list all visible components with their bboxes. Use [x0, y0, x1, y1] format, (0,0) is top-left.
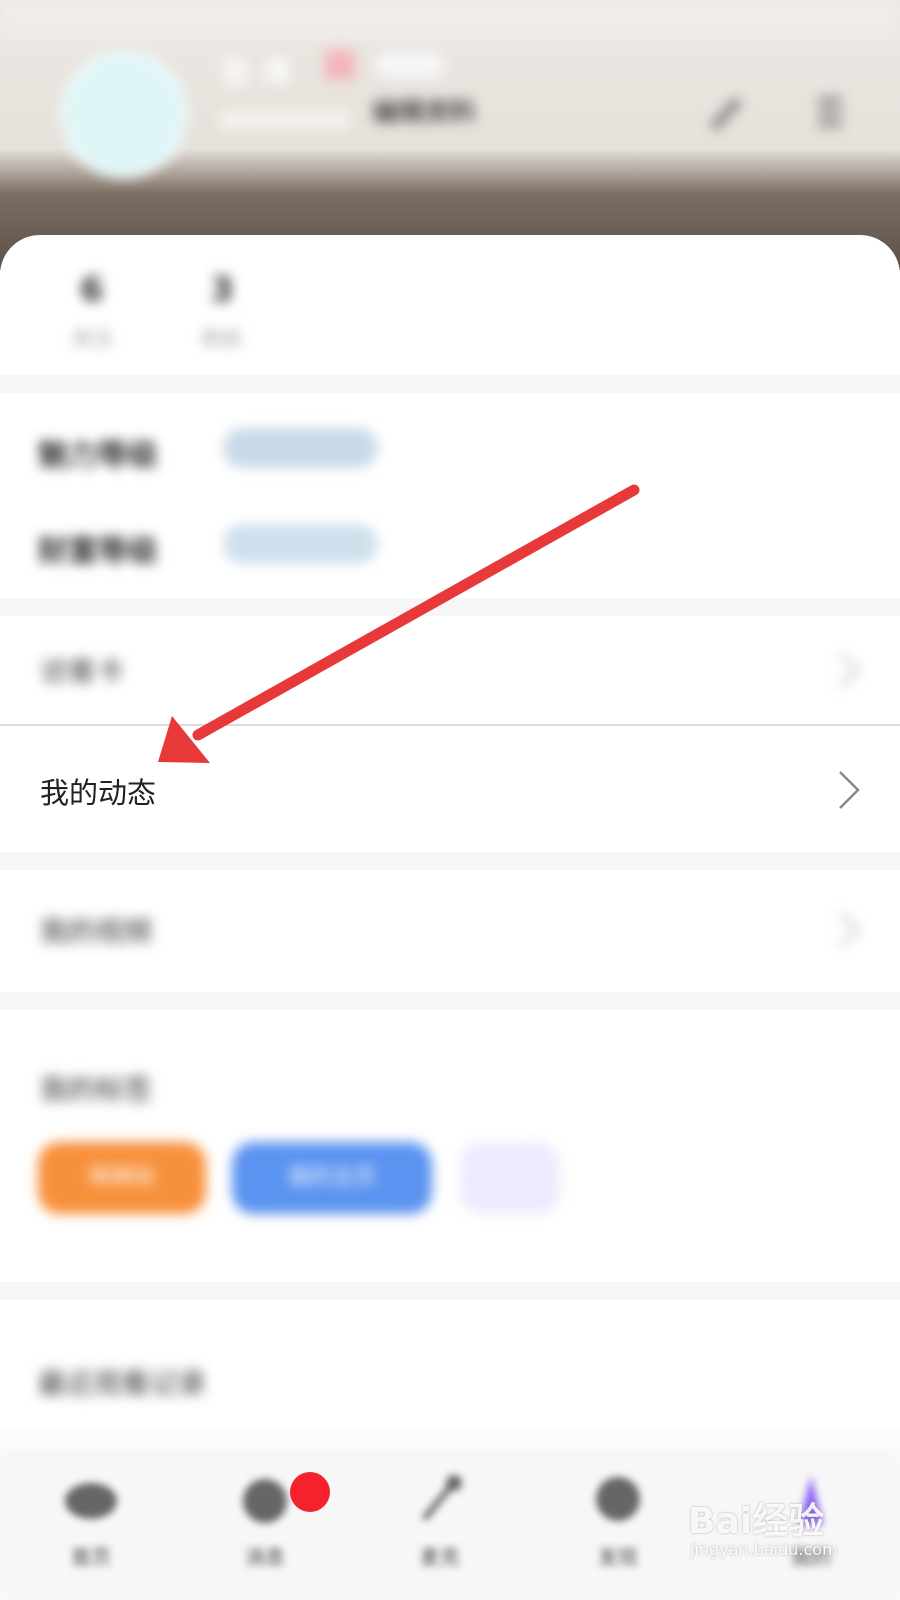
status-bar	[0, 0, 900, 40]
history-title: 最近观看记录	[38, 1367, 207, 1400]
stats-section: 6 关注 3 粉丝	[0, 270, 900, 380]
stat-label: 关注	[72, 326, 112, 350]
notification-badge	[290, 1472, 330, 1512]
chevron-right-icon	[839, 652, 861, 688]
vip-badge	[325, 50, 355, 80]
message-icon	[243, 1479, 287, 1523]
baidu-watermark: Bai经验 jingyan.baidu.com	[688, 1492, 858, 1582]
section-divider	[0, 375, 900, 393]
charm-level-label: 魅力等级	[38, 438, 158, 473]
nav-home[interactable]: 首页	[36, 1469, 146, 1589]
tags-title: 我的标签	[40, 1073, 153, 1106]
user-name: 张 涛	[220, 56, 291, 91]
nav-label: 发现	[598, 1545, 638, 1569]
section-divider	[0, 992, 900, 1010]
profile-header: 张 涛 编辑资料	[0, 0, 900, 200]
mic-icon	[421, 1475, 462, 1521]
watermark-url: jingyan.baidu.com	[690, 1540, 838, 1559]
home-icon	[65, 1483, 117, 1519]
discover-icon	[596, 1477, 640, 1521]
stat-value: 6	[80, 270, 104, 310]
avatar[interactable]	[60, 50, 188, 178]
my-videos-label: 我的视频	[40, 915, 153, 948]
nav-mic[interactable]: 麦克	[385, 1469, 495, 1589]
nav-label: 首页	[71, 1545, 111, 1569]
charm-level-row[interactable]: 魅力等级	[38, 420, 438, 480]
stat-value: 3	[210, 270, 234, 310]
user-id-text	[220, 110, 350, 130]
edit-profile-button[interactable]: 编辑资料	[372, 95, 517, 131]
section-divider	[0, 852, 900, 870]
nav-discover[interactable]: 发现	[563, 1469, 673, 1589]
stat-label: 粉丝	[202, 326, 242, 350]
tag-chip[interactable]	[460, 1142, 560, 1214]
row-separator	[0, 724, 900, 726]
chevron-right-icon	[839, 771, 860, 809]
chevron-right-icon	[839, 912, 861, 948]
wealth-level-badge	[223, 524, 378, 564]
charm-level-badge	[223, 428, 378, 468]
watermark-brand: Bai经验	[688, 1501, 825, 1542]
nav-label: 麦克	[420, 1545, 460, 1569]
my-dynamics-row[interactable]: 我的动态	[0, 732, 900, 842]
profile-screen: 张 涛 编辑资料 6 关注 3 粉丝 魅力等级 财富等级 访客卡 我的动态 我的…	[0, 0, 900, 1600]
wealth-level-row[interactable]: 财富等级	[38, 516, 438, 576]
level-badge	[375, 52, 445, 78]
stat-following[interactable]: 6 关注	[52, 270, 132, 351]
section-divider	[0, 1282, 900, 1300]
visitor-card-row[interactable]: 访客卡	[0, 612, 900, 722]
wealth-level-label: 财富等级	[38, 534, 158, 569]
menu-icon[interactable]	[810, 92, 850, 132]
my-videos-row[interactable]: 我的视频	[0, 872, 900, 982]
nav-label: 消息	[245, 1545, 285, 1569]
my-dynamics-label: 我的动态	[40, 776, 157, 810]
tag-chip[interactable]: 萌萌哒	[38, 1142, 206, 1214]
stat-followers[interactable]: 3 粉丝	[182, 270, 262, 351]
visitor-card-label: 访客卡	[40, 655, 125, 688]
tag-chip[interactable]: 我的主页	[232, 1142, 432, 1214]
pen-icon[interactable]	[705, 92, 745, 132]
